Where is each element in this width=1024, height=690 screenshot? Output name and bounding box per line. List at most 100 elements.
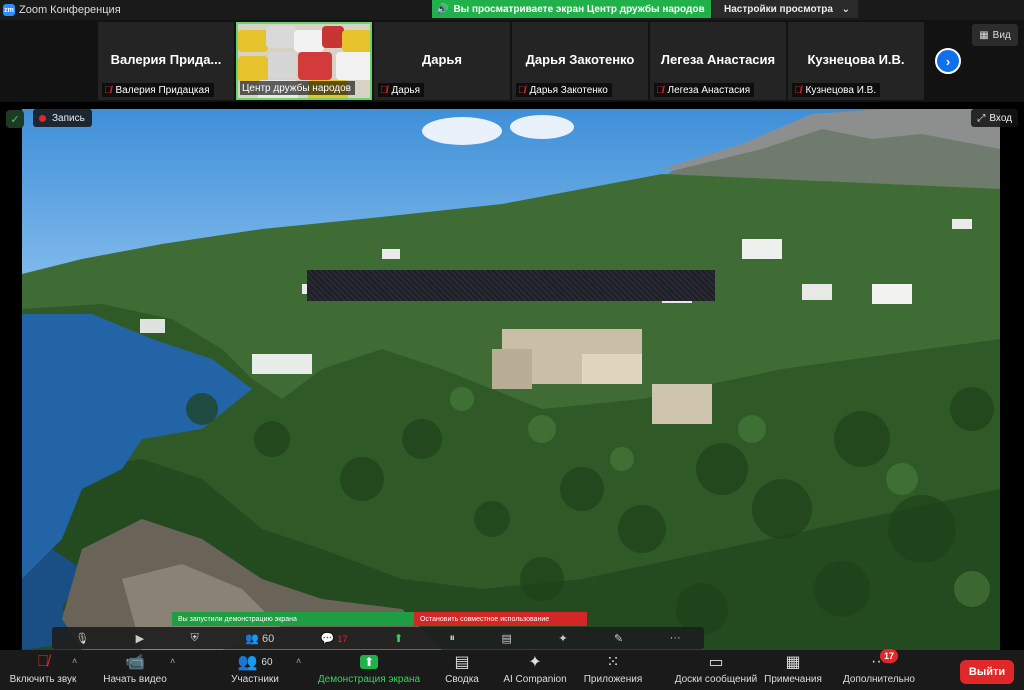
- mini-shield-icon[interactable]: ⛨: [191, 632, 199, 645]
- share-screen-icon: ⬆: [359, 650, 379, 674]
- mic-off-icon: 🎙̸: [380, 84, 388, 96]
- ai-sparkle-icon: ✦: [528, 654, 542, 671]
- view-button[interactable]: ▦ Вид: [972, 24, 1018, 46]
- more-badge: 17: [880, 649, 898, 663]
- participant-strip: Валерия Прида... 🎙̸ Валерия Придацкая Це…: [0, 20, 1024, 102]
- mini-participants-count: 60: [261, 632, 275, 645]
- ai-companion-button[interactable]: ✦ AI Companion: [500, 650, 570, 690]
- participants-button[interactable]: 👥 60 Участники ˄: [220, 650, 301, 690]
- participant-label: 🎙̸ Дарья Закотенко: [516, 83, 612, 97]
- landscape-image: [22, 109, 1000, 650]
- chevron-up-icon[interactable]: ˄: [296, 656, 301, 666]
- mic-off-icon: 🎙̸: [794, 84, 802, 96]
- next-page-button[interactable]: ›: [935, 48, 961, 74]
- view-button-label: Вид: [992, 29, 1011, 41]
- chevron-right-icon: ›: [945, 53, 951, 69]
- whiteboard-icon: ▭: [708, 654, 724, 671]
- apps-button[interactable]: ⁙ Приложения: [580, 650, 646, 690]
- participant-name: Кузнецова И.В.: [805, 84, 877, 96]
- participant-big-name: Легеза Анастасия: [660, 52, 776, 67]
- summary-label: Сводка: [445, 674, 479, 685]
- mini-pause-icon[interactable]: ⏸: [450, 632, 456, 645]
- participant-big-name: Дарья: [421, 52, 462, 67]
- mic-muted-icon: 🎙̸: [37, 653, 49, 670]
- chevron-up-icon[interactable]: ˄: [72, 656, 77, 666]
- chevron-down-icon: ⌄: [841, 3, 850, 15]
- summary-button[interactable]: ▤ Сводка: [440, 650, 484, 690]
- mini-summary-icon[interactable]: ▤: [501, 632, 511, 645]
- unmute-button[interactable]: 🎙̸ Включить звук ˄: [4, 650, 82, 690]
- participant-label: 🎙̸ Кузнецова И.В.: [792, 83, 881, 97]
- more-label: Дополнительно: [843, 674, 915, 685]
- whiteboards-label: Доски сообщений: [674, 674, 758, 685]
- start-video-button[interactable]: 📹 Начать видео ˄: [96, 650, 175, 690]
- shared-screen[interactable]: ✓ Запись ⤢ Вход: [0, 104, 1024, 650]
- mini-chat-badge: 17: [337, 633, 348, 644]
- recording-label: Запись: [52, 112, 85, 124]
- mini-ai-icon[interactable]: ✦: [558, 632, 567, 645]
- share-mini-toolbar: 🎙 ▶ ⛨ 👥 60 💬 17 ⬆ ⏸ ▤ ✦ ✎ ···: [52, 627, 704, 649]
- participants-label: Участники: [231, 674, 279, 685]
- exit-fullscreen-button[interactable]: ⤢ Вход: [971, 109, 1018, 127]
- mini-camera-icon[interactable]: ▶: [136, 632, 144, 645]
- participant-name: Легеза Анастасия: [667, 84, 751, 96]
- sharing-status: Вы запустили демонстрацию экрана: [172, 612, 414, 626]
- mini-more-icon[interactable]: ···: [670, 632, 681, 644]
- participant-label: 🎙̸ Легеза Анастасия: [654, 83, 755, 97]
- participants-count: 60: [261, 656, 273, 668]
- record-dot-icon: [39, 114, 46, 122]
- participant-tile[interactable]: Дарья Закотенко 🎙̸ Дарья Закотенко: [512, 22, 648, 100]
- summary-icon: ▤: [454, 654, 470, 671]
- participant-tile[interactable]: Дарья 🎙̸ Дарья: [374, 22, 510, 100]
- recording-indicator[interactable]: Запись: [33, 109, 92, 127]
- participant-tile[interactable]: Валерия Прида... 🎙̸ Валерия Придацкая: [98, 22, 234, 100]
- unmute-label: Включить звук: [9, 674, 77, 685]
- meeting-toolbar: 🎙̸ Включить звук ˄ 📹 Начать видео ˄ 👥 60…: [0, 649, 1024, 690]
- redacted-region: [307, 270, 715, 301]
- app-title: Zoom Конференция: [19, 4, 121, 16]
- mini-share-icon[interactable]: ⬆: [394, 632, 403, 645]
- mini-annotate-icon[interactable]: ✎: [614, 632, 623, 645]
- participant-name: Валерия Придацкая: [115, 84, 210, 96]
- grid-icon: ▦: [979, 29, 989, 41]
- mini-mic-icon[interactable]: 🎙: [75, 632, 89, 645]
- participant-big-name: Дарья Закотенко: [525, 52, 635, 67]
- share-status-bar: Вы запустили демонстрацию экрана Останов…: [172, 612, 587, 626]
- participant-name: Центр дружбы народов: [242, 82, 351, 94]
- participant-tile-video[interactable]: Центр дружбы народов: [236, 22, 372, 100]
- exit-fullscreen-icon: ⤢: [977, 112, 986, 124]
- viewing-share-banner: 🔊 Вы просматриваете экран Центр дружбы н…: [432, 0, 711, 18]
- shared-video-content: [22, 109, 1000, 650]
- notes-button[interactable]: ▦ Примечания: [760, 650, 826, 690]
- encryption-shield-icon[interactable]: ✓: [6, 110, 24, 128]
- share-screen-button[interactable]: ⬆ Демонстрация экрана: [312, 650, 426, 690]
- mini-chat-icon[interactable]: 💬 17: [321, 632, 348, 645]
- participant-tile[interactable]: Легеза Анастасия 🎙̸ Легеза Анастасия: [650, 22, 786, 100]
- apps-icon: ⁙: [606, 654, 620, 671]
- speaker-icon: 🔊: [436, 3, 449, 15]
- chevron-up-icon[interactable]: ˄: [170, 656, 175, 666]
- participant-big-name: Кузнецова И.В.: [807, 52, 905, 67]
- sharing-status-text: Вы запустили демонстрацию экрана: [178, 615, 297, 623]
- ai-companion-label: AI Companion: [503, 674, 567, 685]
- participant-label: 🎙̸ Дарья: [378, 83, 425, 97]
- participant-label: Центр дружбы народов: [240, 81, 355, 95]
- mic-off-icon: 🎙̸: [518, 84, 526, 96]
- participant-tile[interactable]: Кузнецова И.В. 🎙̸ Кузнецова И.В.: [788, 22, 924, 100]
- leave-button[interactable]: Выйти: [960, 660, 1014, 684]
- stop-share-text: Остановить совместное использование: [420, 615, 550, 623]
- stop-share-button[interactable]: Остановить совместное использование: [414, 612, 587, 626]
- participant-name: Дарья Закотенко: [529, 84, 608, 96]
- share-screen-label: Демонстрация экрана: [317, 674, 421, 685]
- mini-participants-icon[interactable]: 👥 60: [245, 632, 274, 645]
- more-button[interactable]: ··· Дополнительно 17: [840, 649, 918, 690]
- apps-label: Приложения: [583, 674, 643, 685]
- mic-off-icon: 🎙̸: [104, 84, 112, 96]
- view-options-label: Настройки просмотра: [724, 3, 833, 15]
- zoom-logo: zm: [3, 4, 15, 16]
- view-options-dropdown[interactable]: Настройки просмотра ⌄: [712, 0, 858, 18]
- notes-icon: ▦: [785, 654, 801, 671]
- start-video-label: Начать видео: [103, 674, 167, 685]
- notes-label: Примечания: [764, 674, 822, 685]
- whiteboards-button[interactable]: ▭ Доски сообщений: [675, 650, 758, 690]
